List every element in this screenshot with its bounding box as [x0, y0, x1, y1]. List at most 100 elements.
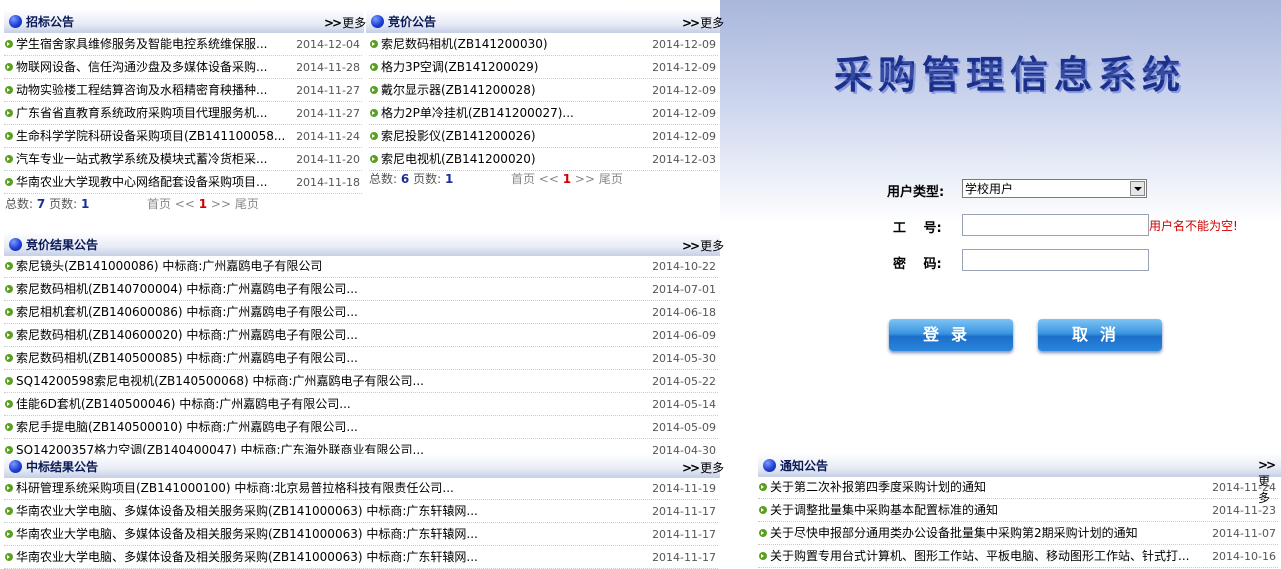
first-page-link[interactable]: 首页	[511, 172, 535, 186]
list-item[interactable]: 关于第二次补报第四季度采购计划的通知 2014-11-24	[758, 476, 1278, 499]
dropdown-arrow-icon[interactable]	[1130, 181, 1145, 196]
item-title-link[interactable]: 索尼手提电脑(ZB140500010) 中标商:广州嘉鸥电子有限公司...	[16, 416, 640, 439]
item-title-link[interactable]: 华南农业大学电脑、多媒体设备及相关服务采购(ZB141000063) 中标商:广…	[16, 523, 640, 546]
current-page: 1	[562, 172, 572, 186]
price-results-title: 竞价结果公告	[26, 237, 99, 252]
prev-page-link[interactable]: <<	[539, 172, 559, 186]
list-item[interactable]: 华南农业大学电脑、多媒体设备及相关服务采购(ZB141000063) 中标商:广…	[4, 523, 718, 546]
item-date: 2014-11-18	[296, 176, 360, 189]
prev-page-link[interactable]: <<	[175, 197, 195, 211]
list-item[interactable]: 生命科学学院科研设备采购项目(ZB141100058... 2014-11-24	[4, 125, 362, 148]
bid-notices-header: 招标公告	[4, 9, 364, 33]
price-notices-more-link[interactable]: >> 更多	[682, 14, 724, 31]
item-date: 2014-11-17	[652, 505, 716, 518]
item-date: 2014-10-16	[1212, 550, 1276, 563]
item-date: 2014-11-20	[296, 153, 360, 166]
item-title-link[interactable]: 索尼投影仪(ZB141200026)	[381, 125, 640, 148]
bullet-arrow-icon	[5, 63, 13, 71]
item-title-link[interactable]: 动物实验楼工程结算咨询及水稻精密育秧播种...	[16, 79, 284, 102]
item-title-link[interactable]: 关于尽快申报部分通用类办公设备批量集中采购第2期采购计划的通知	[770, 522, 1200, 545]
item-date: 2014-11-27	[296, 107, 360, 120]
list-item[interactable]: 华南农业大学电脑、多媒体设备及相关服务采购(ZB141000063) 中标商:广…	[4, 500, 718, 523]
list-item[interactable]: 索尼数码相机(ZB141200030) 2014-12-09	[369, 33, 718, 56]
list-item[interactable]: 华南农业大学现教中心网络配套设备采购项目... 2014-11-18	[4, 171, 362, 194]
total-label: 总数:	[369, 172, 398, 186]
item-title-link[interactable]: 学生宿舍家具维修服务及智能电控系统维保服...	[16, 33, 284, 56]
login-button[interactable]: 登录	[889, 319, 1013, 351]
item-title-link[interactable]: 索尼电视机(ZB141200020)	[381, 148, 640, 171]
item-title-link[interactable]: 汽车专业一站式教学系统及模块式蓄冷货柜采...	[16, 148, 284, 171]
item-title-link[interactable]: 关于第二次补报第四季度采购计划的通知	[770, 476, 1200, 499]
list-item[interactable]: 索尼相机套机(ZB140600086) 中标商:广州嘉鸥电子有限公司... 201…	[4, 301, 718, 324]
item-title-link[interactable]: 关于购置专用台式计算机、图形工作站、平板电脑、移动图形工作站、针式打...	[770, 545, 1200, 568]
item-title-link[interactable]: 佳能6D套机(ZB140500046) 中标商:广州嘉鸥电子有限公司...	[16, 393, 640, 416]
list-item[interactable]: 科研管理系统采购项目(ZB141000100) 中标商:北京易普拉格科技有限责任…	[4, 477, 718, 500]
list-item[interactable]: 索尼数码相机(ZB140500085) 中标商:广州嘉鸥电子有限公司... 201…	[4, 347, 718, 370]
last-page-link[interactable]: 尾页	[599, 172, 623, 186]
list-item[interactable]: 汽车专业一站式教学系统及模块式蓄冷货柜采... 2014-11-20	[4, 148, 362, 171]
price-results-more-link[interactable]: >> 更多	[682, 237, 724, 254]
item-date: 2014-11-17	[652, 528, 716, 541]
list-item[interactable]: 动物实验楼工程结算咨询及水稻精密育秧播种... 2014-11-27	[4, 79, 362, 102]
item-title-link[interactable]: 关于调整批量集中采购基本配置标准的通知	[770, 499, 1200, 522]
more-label: 更多	[700, 16, 725, 30]
bullet-arrow-icon	[759, 506, 767, 514]
item-date: 2014-12-09	[652, 61, 716, 74]
list-item[interactable]: 广东省省直教育系统政府采购项目代理服务机... 2014-11-27	[4, 102, 362, 125]
bid-results-more-link[interactable]: >> 更多	[682, 459, 724, 476]
list-item[interactable]: 格力2P单冷挂机(ZB141200027)... 2014-12-09	[369, 102, 718, 125]
list-item[interactable]: 戴尔显示器(ZB141200028) 2014-12-09	[369, 79, 718, 102]
item-title-link[interactable]: 生命科学学院科研设备采购项目(ZB141100058...	[16, 125, 284, 148]
list-item[interactable]: 索尼镜头(ZB141000086) 中标商:广州嘉鸥电子有限公司 2014-10-…	[4, 255, 718, 278]
list-item[interactable]: SQ14200598索尼电视机(ZB140500068) 中标商:广州嘉鸥电子有…	[4, 370, 718, 393]
list-item[interactable]: 索尼数码相机(ZB140600020) 中标商:广州嘉鸥电子有限公司... 201…	[4, 324, 718, 347]
notices-header: 通知公告	[758, 453, 1281, 477]
price-notices-header: 竞价公告	[366, 9, 720, 33]
cancel-button[interactable]: 取消	[1038, 319, 1162, 351]
item-date: 2014-12-09	[652, 38, 716, 51]
list-item[interactable]: 关于调整批量集中采购基本配置标准的通知 2014-11-23	[758, 499, 1278, 522]
user-type-value: 学校用户	[965, 182, 1014, 196]
item-title-link[interactable]: 广东省省直教育系统政府采购项目代理服务机...	[16, 102, 284, 125]
user-type-label: 用户类型:	[887, 185, 945, 200]
list-item[interactable]: 学生宿舍家具维修服务及智能电控系统维保服... 2014-12-04	[4, 33, 362, 56]
item-title-link[interactable]: 华南农业大学现教中心网络配套设备采购项目...	[16, 171, 284, 194]
list-item[interactable]: 格力3P空调(ZB141200029) 2014-12-09	[369, 56, 718, 79]
item-title-link[interactable]: 格力3P空调(ZB141200029)	[381, 56, 640, 79]
item-title-link[interactable]: 索尼数码相机(ZB141200030)	[381, 33, 640, 56]
bullet-arrow-icon	[5, 484, 13, 492]
item-title-link[interactable]: 华南农业大学电脑、多媒体设备及相关服务采购(ZB141000063) 中标商:广…	[16, 500, 640, 523]
list-item[interactable]: 佳能6D套机(ZB140500046) 中标商:广州嘉鸥电子有限公司... 201…	[4, 393, 718, 416]
list-item[interactable]: 索尼投影仪(ZB141200026) 2014-12-09	[369, 125, 718, 148]
bullet-arrow-icon	[5, 331, 13, 339]
item-title-link[interactable]: 科研管理系统采购项目(ZB141000100) 中标商:北京易普拉格科技有限责任…	[16, 477, 640, 500]
bid-notices-more-link[interactable]: >> 更多	[324, 14, 366, 31]
id-input[interactable]	[962, 214, 1149, 236]
item-title-link[interactable]: 索尼数码相机(ZB140700004) 中标商:广州嘉鸥电子有限公司...	[16, 278, 640, 301]
list-item[interactable]: 索尼电视机(ZB141200020) 2014-12-03	[369, 148, 718, 171]
item-title-link[interactable]: 格力2P单冷挂机(ZB141200027)...	[381, 102, 640, 125]
item-title-link[interactable]: 索尼数码相机(ZB140500085) 中标商:广州嘉鸥电子有限公司...	[16, 347, 640, 370]
last-page-link[interactable]: 尾页	[235, 197, 259, 211]
item-title-link[interactable]: 索尼数码相机(ZB140600020) 中标商:广州嘉鸥电子有限公司...	[16, 324, 640, 347]
list-item[interactable]: 关于购置专用台式计算机、图形工作站、平板电脑、移动图形工作站、针式打... 201…	[758, 545, 1278, 568]
item-title-link[interactable]: 华南农业大学电脑、多媒体设备及相关服务采购(ZB141000063) 中标商:广…	[16, 546, 640, 569]
item-title-link[interactable]: 索尼相机套机(ZB140600086) 中标商:广州嘉鸥电子有限公司...	[16, 301, 640, 324]
next-page-link[interactable]: >>	[211, 197, 231, 211]
item-title-link[interactable]: 物联网设备、信任沟通沙盘及多媒体设备采购...	[16, 56, 284, 79]
list-item[interactable]: 华南农业大学电脑、多媒体设备及相关服务采购(ZB141000063) 中标商:广…	[4, 546, 718, 569]
bullet-arrow-icon	[759, 483, 767, 491]
next-page-link[interactable]: >>	[575, 172, 595, 186]
user-type-select[interactable]: 学校用户	[962, 179, 1147, 198]
item-date: 2014-12-09	[652, 130, 716, 143]
list-item[interactable]: 关于尽快申报部分通用类办公设备批量集中采购第2期采购计划的通知 2014-11-0…	[758, 522, 1278, 545]
list-item[interactable]: 物联网设备、信任沟通沙盘及多媒体设备采购... 2014-11-28	[4, 56, 362, 79]
item-title-link[interactable]: 索尼镜头(ZB141000086) 中标商:广州嘉鸥电子有限公司	[16, 255, 640, 278]
first-page-link[interactable]: 首页	[147, 197, 171, 211]
password-input[interactable]	[962, 249, 1149, 271]
item-title-link[interactable]: 戴尔显示器(ZB141200028)	[381, 79, 640, 102]
bullet-arrow-icon	[759, 552, 767, 560]
list-item[interactable]: 索尼手提电脑(ZB140500010) 中标商:广州嘉鸥电子有限公司... 201…	[4, 416, 718, 439]
item-title-link[interactable]: SQ14200598索尼电视机(ZB140500068) 中标商:广州嘉鸥电子有…	[16, 370, 640, 393]
list-item[interactable]: 索尼数码相机(ZB140700004) 中标商:广州嘉鸥电子有限公司... 201…	[4, 278, 718, 301]
